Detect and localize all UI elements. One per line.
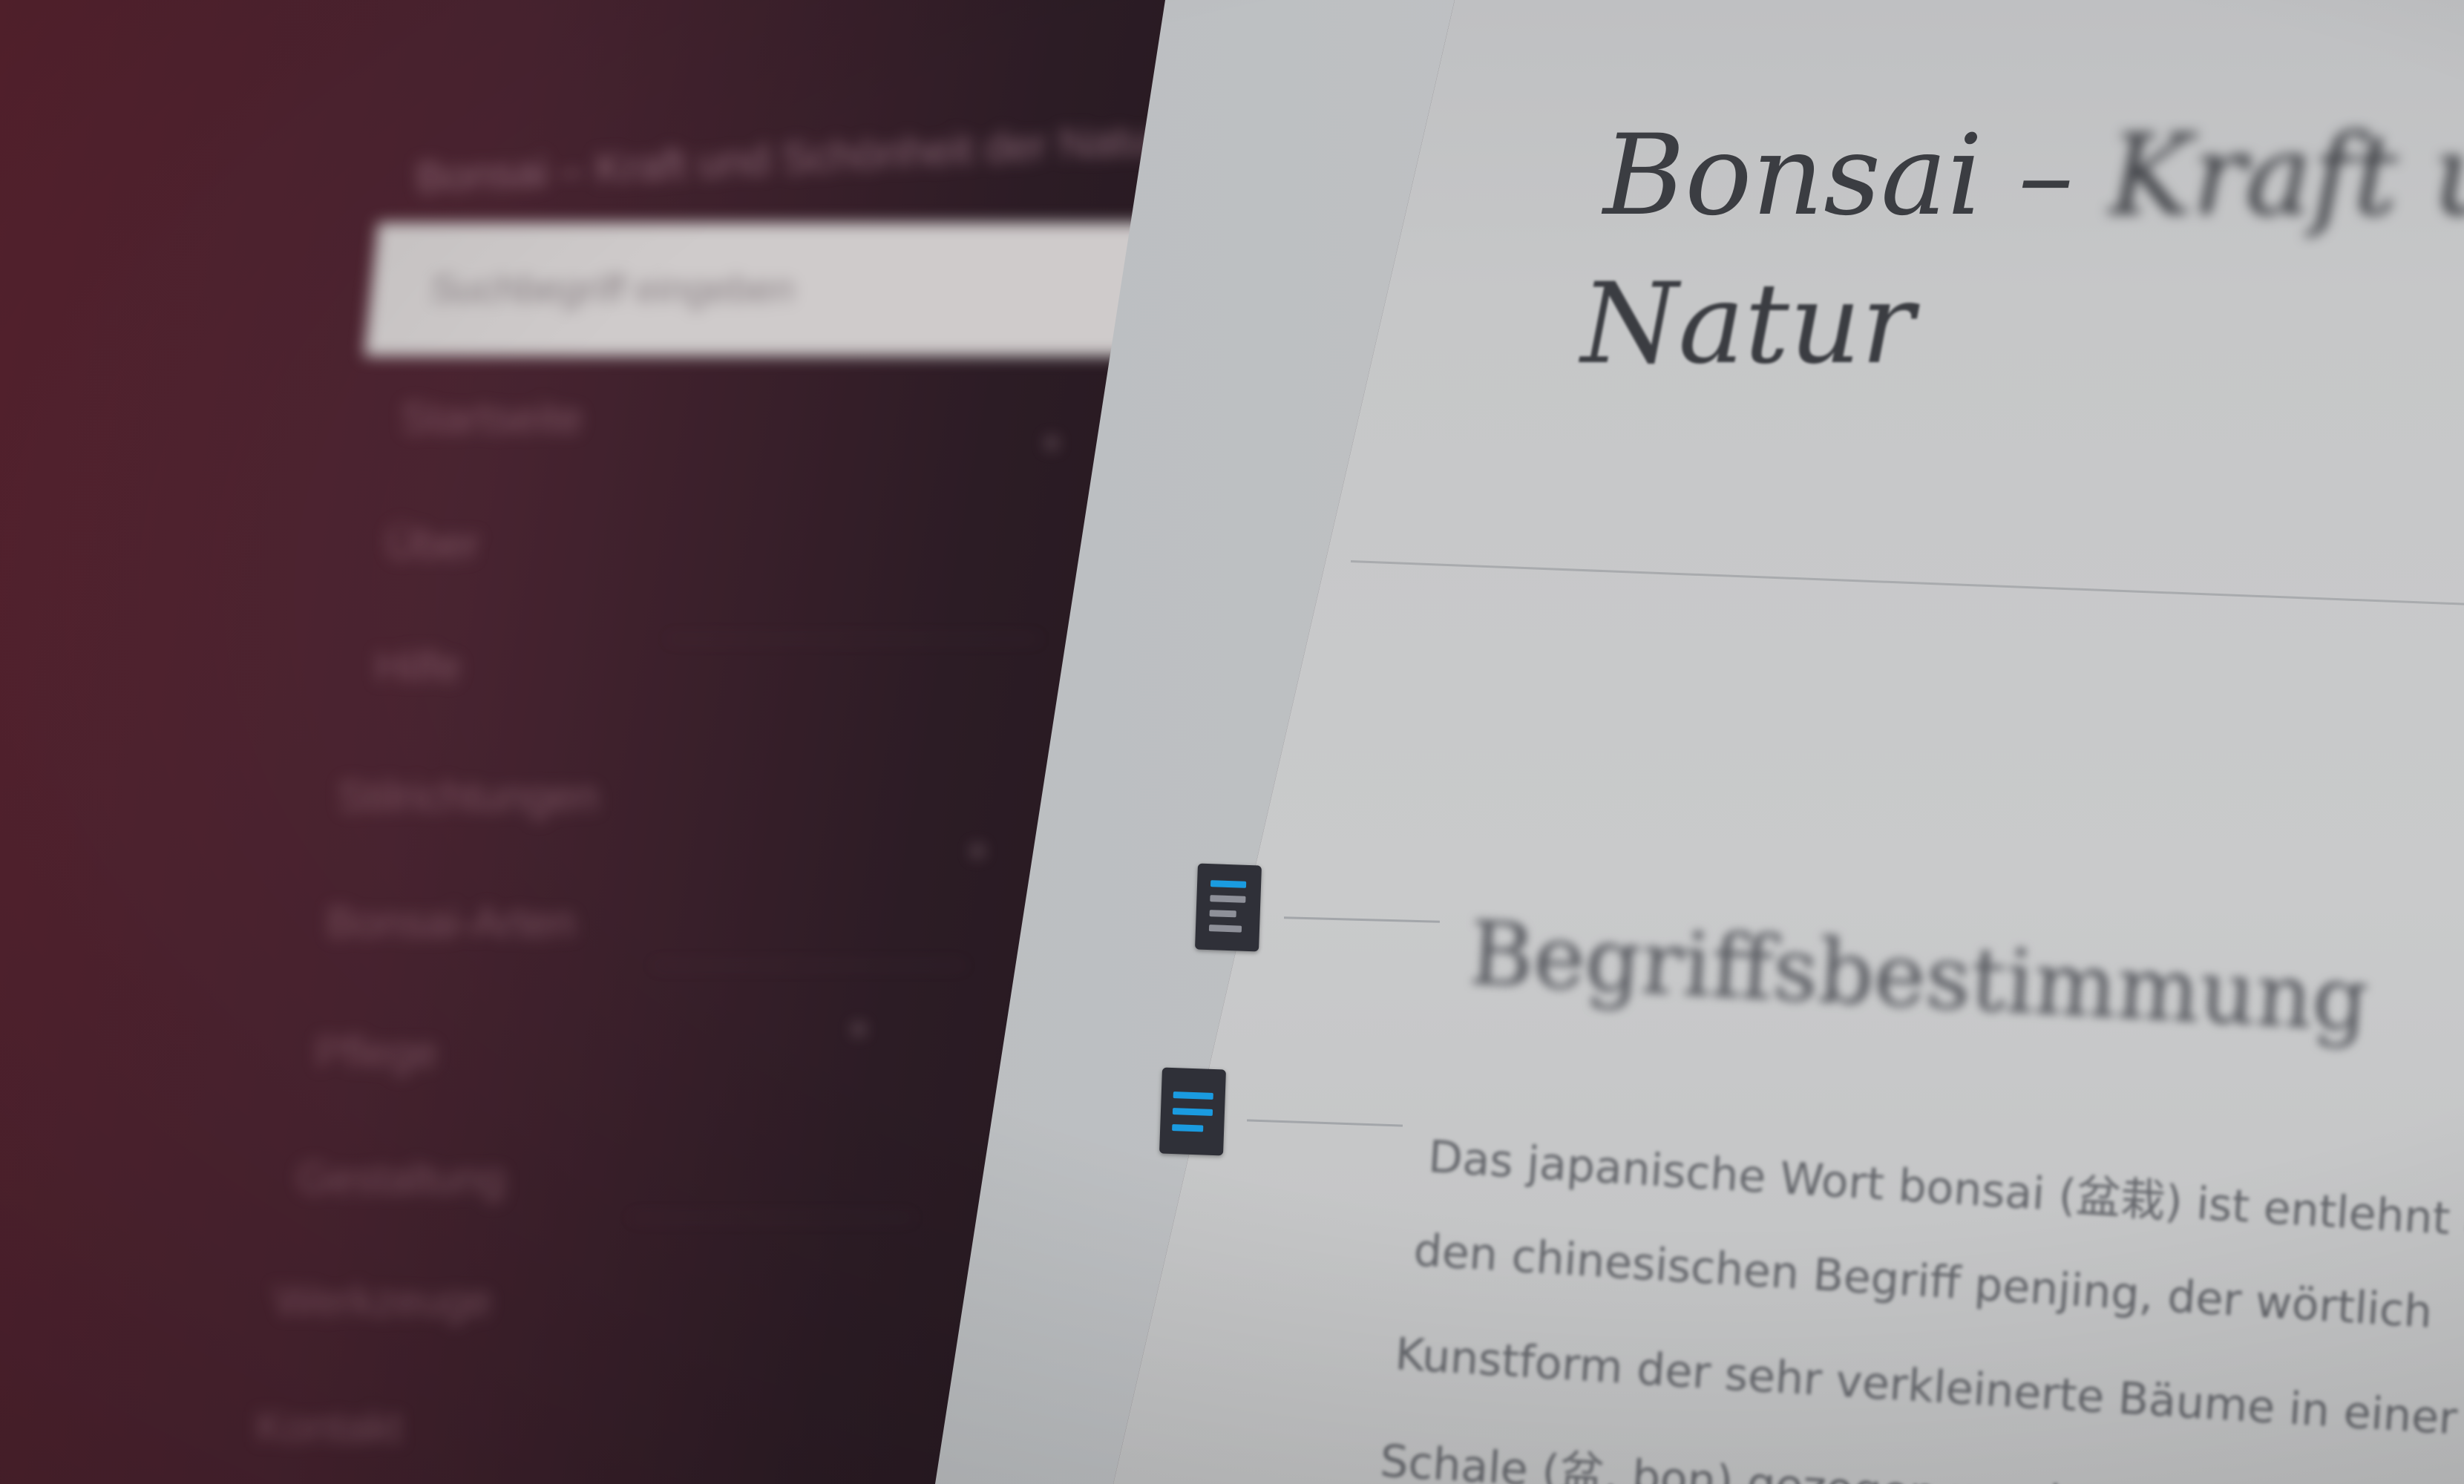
page-title: Bonsai – Kraft und <box>1603 111 2464 240</box>
sidebar-item-stilrichtungen[interactable]: Stilrichtungen <box>338 772 598 821</box>
screen: Bonsai – Kraft und Schönheit der Natur S… <box>0 0 2464 1484</box>
sidebar-item-hilfe[interactable]: Hilfe <box>375 642 461 692</box>
divider <box>668 638 1039 640</box>
expand-indicator[interactable] <box>972 846 983 856</box>
sidebar-item-arten[interactable]: Bonsai-Arten <box>327 898 575 948</box>
sidebar-item-kontakt[interactable]: Kontakt <box>256 1402 402 1452</box>
expand-indicator[interactable] <box>1046 438 1057 448</box>
expand-indicator[interactable] <box>853 1024 864 1034</box>
page-title-start: Bonsai – <box>1603 111 2074 240</box>
document-icon[interactable] <box>1159 1067 1226 1156</box>
sidebar-item-gestaltung[interactable]: Gestaltung <box>297 1154 505 1204</box>
sidebar-item-werkzeuge[interactable]: Werkzeuge <box>275 1276 491 1326</box>
divider <box>653 965 965 966</box>
sidebar-item-startseite[interactable]: Startseite <box>401 393 583 443</box>
site-subtitle: Bonsai – Kraft und Schönheit der Natur <box>414 114 1166 203</box>
page-title-line2: Natur <box>1581 260 1915 389</box>
sidebar-item-ueber[interactable]: Über <box>386 519 479 569</box>
page-title-blurred: Kraft und <box>2109 111 2464 240</box>
search-placeholder: Suchbegriff eingeben <box>427 268 797 311</box>
search-field[interactable]: Suchbegriff eingeben <box>364 223 1202 356</box>
divider <box>631 1217 913 1218</box>
document-icon[interactable] <box>1195 863 1262 952</box>
sidebar-item-pflege[interactable]: Pflege <box>315 1028 437 1077</box>
